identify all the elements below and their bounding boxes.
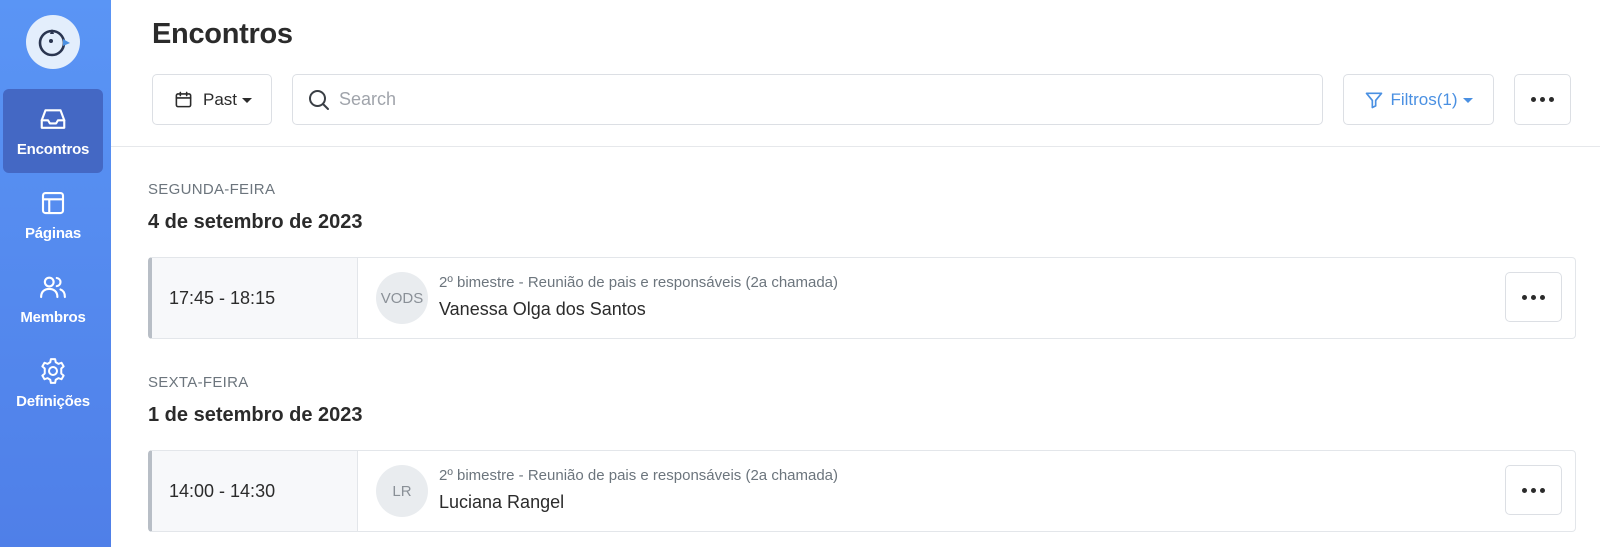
day-weekday: SEGUNDA-FEIRA <box>148 181 276 198</box>
sidebar-item-label: Páginas <box>24 225 82 242</box>
sidebar-item-label: Encontros <box>16 141 90 158</box>
more-icon <box>1522 294 1545 300</box>
page-title: Encontros <box>152 18 293 50</box>
gear-icon <box>38 356 68 386</box>
event-title: 2º bimestre - Reunião de pais e responsá… <box>439 467 839 484</box>
event-person: Luciana Rangel <box>439 492 565 512</box>
caret-down-icon <box>1462 97 1473 103</box>
event-title: 2º bimestre - Reunião de pais e responsá… <box>439 274 839 291</box>
users-icon <box>38 272 68 302</box>
period-dropdown-button[interactable]: Past <box>152 74 272 125</box>
more-options-button[interactable] <box>1514 74 1571 125</box>
event-card[interactable]: 14:00 - 14:30 LR 2º bimestre - Reunião d… <box>148 450 1576 532</box>
period-label: Past <box>203 89 238 109</box>
sidebar-item-label: Membros <box>20 309 86 326</box>
sidebar: Encontros Páginas Membros Definições <box>0 0 111 547</box>
sidebar-item-paginas[interactable]: Páginas <box>3 173 103 257</box>
event-card[interactable]: 17:45 - 18:15 VODS 2º bimestre - Reunião… <box>148 257 1576 339</box>
more-icon <box>1531 97 1554 102</box>
event-person: Vanessa Olga dos Santos <box>439 299 646 319</box>
filter-icon <box>1366 92 1383 108</box>
search-box[interactable] <box>292 74 1323 125</box>
sidebar-item-encontros[interactable]: Encontros <box>3 89 103 173</box>
filter-button[interactable]: Filtros(1) <box>1343 74 1494 125</box>
search-icon <box>309 89 329 110</box>
layout-icon <box>38 188 68 218</box>
app-logo[interactable] <box>26 15 80 69</box>
inbox-icon <box>38 104 68 134</box>
sidebar-item-membros[interactable]: Membros <box>3 257 103 341</box>
avatar: VODS <box>376 272 428 324</box>
event-time: 14:00 - 14:30 <box>152 451 358 531</box>
bird-logo-icon <box>38 29 70 57</box>
event-more-button[interactable] <box>1505 272 1562 322</box>
caret-down-icon <box>242 97 253 103</box>
day-date: 4 de setembro de 2023 <box>148 211 363 233</box>
sidebar-item-label: Definições <box>16 393 90 410</box>
header-divider <box>111 146 1600 147</box>
avatar: LR <box>376 465 428 517</box>
search-input[interactable] <box>339 89 1289 110</box>
app-root: Encontros Páginas Membros Definições Enc… <box>0 0 1600 547</box>
event-time: 17:45 - 18:15 <box>152 258 358 338</box>
day-weekday: SEXTA-FEIRA <box>148 374 249 391</box>
sidebar-item-definicoes[interactable]: Definições <box>3 341 103 425</box>
filter-label: Filtros(1) <box>1390 89 1458 109</box>
calendar-icon <box>175 91 192 108</box>
day-date: 1 de setembro de 2023 <box>148 404 363 426</box>
event-more-button[interactable] <box>1505 465 1562 515</box>
more-icon <box>1522 487 1545 493</box>
